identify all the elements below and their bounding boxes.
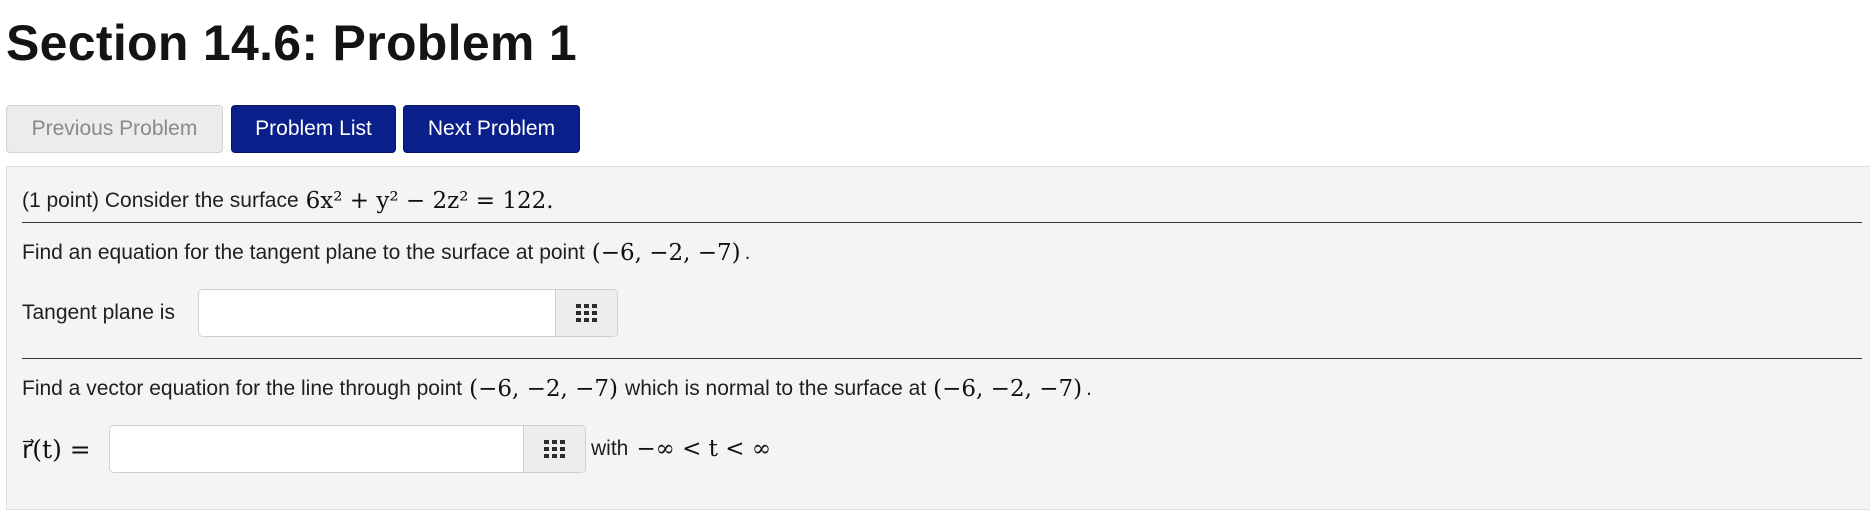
vector-equation-answer-group — [109, 425, 586, 473]
part2-period: . — [1086, 377, 1092, 400]
surface-equation: 6x² + y² − 2z² = 122. — [305, 188, 554, 214]
vector-function-label: r⃗(t) = — [22, 434, 91, 464]
page-title: Section 14.6: Problem 1 — [6, 15, 577, 71]
part2-point2: (−6, −2, −7) — [933, 376, 1083, 402]
tangent-plane-answer-group — [198, 289, 618, 337]
part1-period: . — [744, 241, 751, 264]
part2-point: (−6, −2, −7) — [469, 376, 619, 402]
part1-prompt: Find an equation for the tangent plane t… — [22, 241, 585, 264]
parameter-range-row: with −∞ < t < ∞ — [591, 425, 771, 473]
part2-mid-text: which is normal to the surface at — [625, 377, 927, 400]
problem-list-button[interactable]: Problem List — [231, 105, 396, 153]
divider — [22, 222, 1862, 223]
part1-prompt-row: Find an equation for the tangent plane t… — [22, 233, 750, 273]
part2-prompt-row: Find a vector equation for the line thro… — [22, 369, 1092, 409]
part2-prompt: Find a vector equation for the line thro… — [22, 377, 463, 400]
next-problem-button[interactable]: Next Problem — [403, 105, 580, 153]
grid-icon — [575, 304, 597, 322]
part1-point: (−6, −2, −7) — [591, 240, 741, 266]
problem-panel: (1 point) Consider the surface 6x² + y² … — [6, 166, 1870, 510]
grid-icon — [543, 440, 565, 458]
equation-editor-button[interactable] — [523, 426, 585, 472]
tangent-plane-label: Tangent plane is — [22, 301, 175, 324]
tangent-plane-input[interactable] — [199, 290, 555, 336]
divider — [22, 358, 1862, 359]
equation-editor-button[interactable] — [555, 290, 617, 336]
parameter-range: −∞ < t < ∞ — [636, 436, 771, 462]
intro-text: (1 point) Consider the surface — [22, 189, 299, 212]
problem-intro: (1 point) Consider the surface 6x² + y² … — [22, 181, 554, 221]
vector-equation-input[interactable] — [110, 426, 523, 472]
previous-problem-button[interactable]: Previous Problem — [6, 105, 223, 153]
with-text: with — [591, 437, 629, 460]
